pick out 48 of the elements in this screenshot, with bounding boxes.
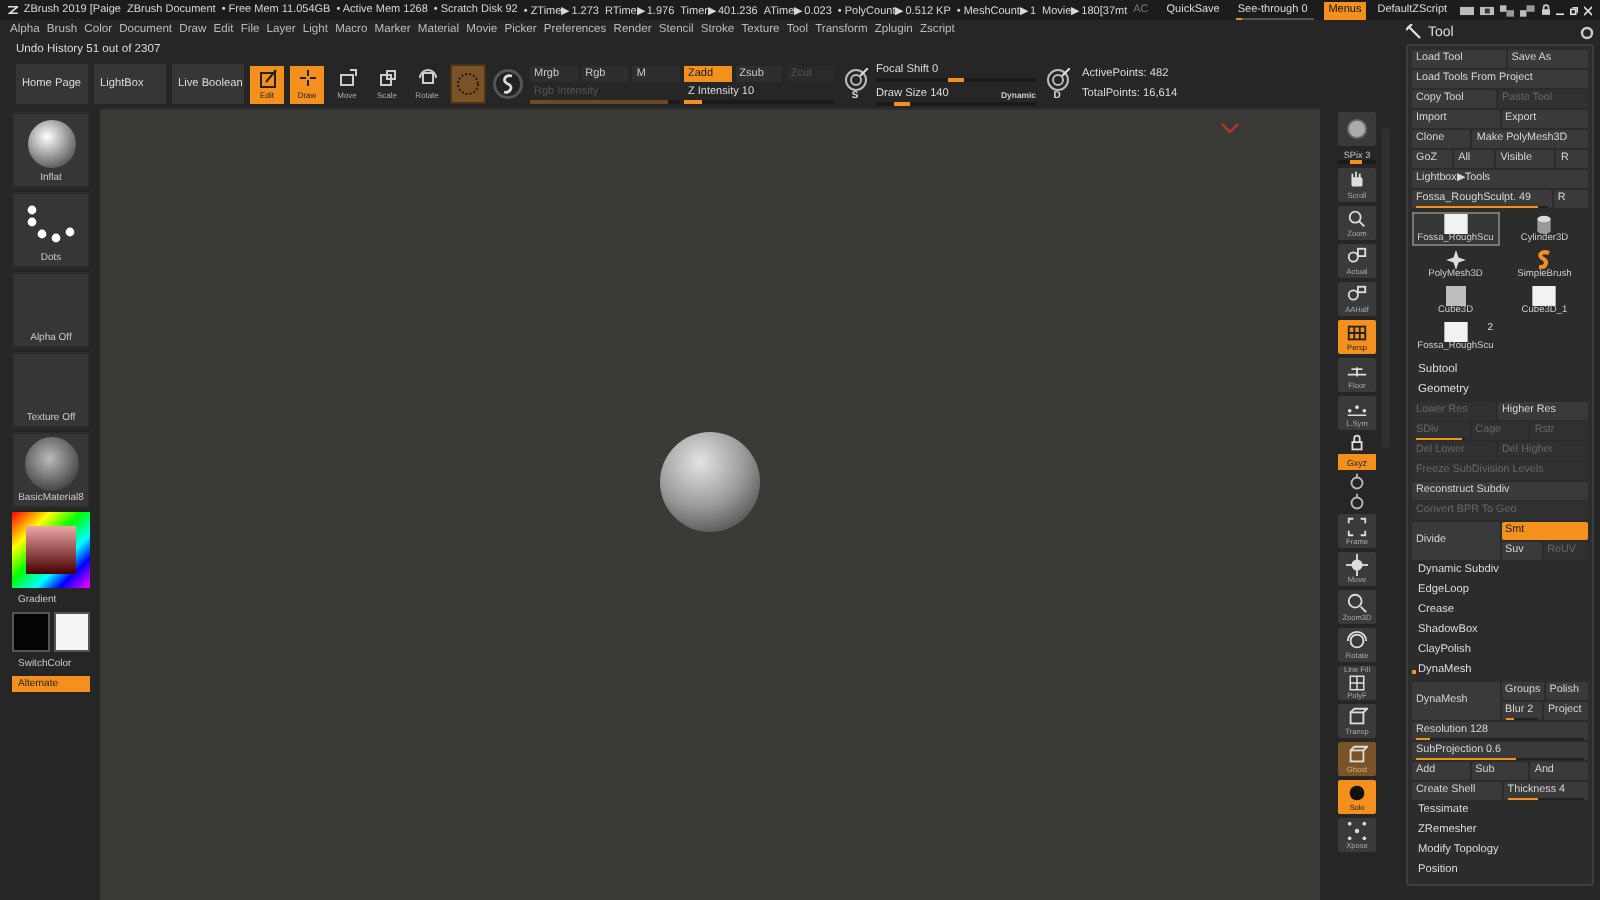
- lock-icon[interactable]: [1541, 4, 1550, 16]
- cylinder-icon: [1532, 214, 1557, 234]
- material-sphere-thumbnail: [19, 436, 83, 492]
- rotate-icon: [1346, 630, 1368, 652]
- rotate-icon: [417, 68, 437, 88]
- layout-icon[interactable]: [1459, 5, 1474, 15]
- cube-icon: [1346, 706, 1368, 728]
- sphere-model: [658, 430, 762, 534]
- dots-icon: [1346, 820, 1368, 842]
- brush-icon[interactable]: [492, 68, 524, 100]
- settings-icon[interactable]: [1580, 25, 1594, 39]
- square-thumbnail: [1441, 214, 1470, 234]
- color-swatch[interactable]: [12, 612, 49, 652]
- move-icon: [1346, 554, 1368, 576]
- sphere-icon: [1346, 118, 1368, 140]
- close-icon[interactable]: [1583, 5, 1593, 15]
- rotate-axis-icon: [1346, 491, 1368, 513]
- layout-icon[interactable]: [1479, 5, 1495, 15]
- target-icon: [1045, 67, 1069, 91]
- frame-icon: [1346, 516, 1368, 538]
- cube-icon: [1346, 744, 1368, 766]
- square-thumbnail: [1441, 322, 1470, 342]
- restore-icon[interactable]: [1569, 5, 1578, 15]
- s-shape-icon: [1534, 250, 1555, 270]
- color-swatch[interactable]: [53, 612, 90, 652]
- lock-icon: [1346, 431, 1368, 453]
- hand-icon: [1346, 170, 1368, 192]
- marker-icon: [1220, 122, 1240, 134]
- rotate-axis-icon: [1346, 471, 1368, 493]
- circle-icon: [456, 72, 480, 96]
- cubes-icon[interactable]: [1500, 3, 1515, 17]
- cubes-icon[interactable]: [1520, 3, 1536, 17]
- move-icon: [337, 68, 357, 88]
- app-logo-icon: [8, 4, 18, 16]
- blob-icon: [1346, 782, 1368, 804]
- edit-icon: [257, 68, 277, 88]
- grid-icon: [1346, 322, 1368, 344]
- target-icon: [843, 67, 867, 91]
- shelf-button[interactable]: [1338, 112, 1376, 146]
- color-picker[interactable]: [12, 512, 90, 588]
- scale-icon: [377, 68, 397, 88]
- cube-icon: [1443, 286, 1468, 306]
- crosshair-icon: [297, 68, 317, 88]
- hammer-icon: [1406, 24, 1422, 40]
- sphere-thumbnail: [23, 116, 79, 172]
- square-thumbnail: [1530, 286, 1559, 306]
- star-icon: [1443, 250, 1468, 270]
- grid-icon: [1346, 674, 1368, 692]
